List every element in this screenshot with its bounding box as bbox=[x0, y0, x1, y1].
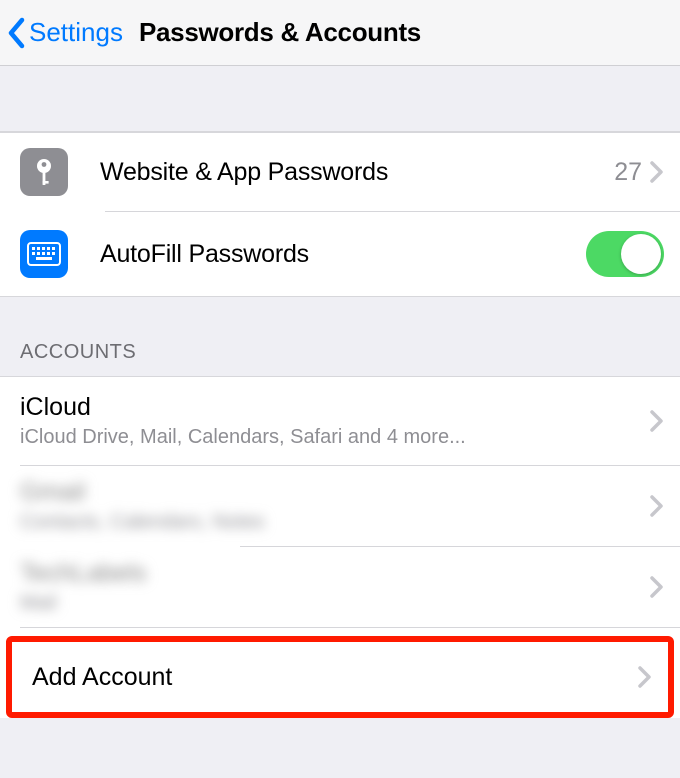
back-button[interactable]: Settings bbox=[6, 16, 123, 50]
passwords-group: Website & App Passwords 27 AutoFill Pass… bbox=[0, 132, 680, 297]
accounts-group: iCloud iCloud Drive, Mail, Calendars, Sa… bbox=[0, 376, 680, 718]
account-text-redacted: TechLabels Mail bbox=[20, 559, 650, 615]
account-row-redacted[interactable]: Gmail Contacts, Calendars, Notes bbox=[0, 466, 680, 546]
section-spacer bbox=[0, 66, 680, 132]
account-subtitle: Contacts, Calendars, Notes bbox=[20, 511, 650, 534]
account-title: TechLabels bbox=[20, 559, 650, 588]
account-subtitle: Mail bbox=[20, 592, 650, 615]
account-text-redacted: Gmail Contacts, Calendars, Notes bbox=[20, 478, 650, 534]
chevron-right-icon bbox=[650, 410, 664, 432]
chevron-right-icon bbox=[650, 161, 664, 183]
chevron-right-icon bbox=[650, 576, 664, 598]
row-label: Website & App Passwords bbox=[100, 158, 614, 187]
autofill-toggle[interactable] bbox=[586, 231, 664, 277]
icon-cell bbox=[0, 230, 100, 278]
keyboard-icon bbox=[20, 230, 68, 278]
toggle-knob bbox=[621, 234, 661, 274]
navigation-bar: Settings Passwords & Accounts bbox=[0, 0, 680, 66]
account-title: iCloud bbox=[20, 393, 650, 422]
add-account-label: Add Account bbox=[32, 663, 638, 692]
separator bbox=[20, 627, 680, 628]
add-account-row[interactable]: Add Account bbox=[12, 642, 668, 712]
account-subtitle: iCloud Drive, Mail, Calendars, Safari an… bbox=[20, 426, 650, 449]
website-app-passwords-row[interactable]: Website & App Passwords 27 bbox=[0, 133, 680, 211]
key-icon bbox=[20, 148, 68, 196]
accounts-section-header: ACCOUNTS bbox=[0, 297, 680, 376]
add-account-highlight: Add Account bbox=[6, 636, 674, 718]
chevron-right-icon bbox=[650, 495, 664, 517]
row-label: AutoFill Passwords bbox=[100, 240, 586, 269]
account-title: Gmail bbox=[20, 478, 650, 507]
account-text: iCloud iCloud Drive, Mail, Calendars, Sa… bbox=[20, 393, 650, 449]
account-row-redacted[interactable]: TechLabels Mail bbox=[0, 547, 680, 627]
autofill-passwords-row[interactable]: AutoFill Passwords bbox=[0, 212, 680, 296]
password-count: 27 bbox=[614, 158, 642, 187]
page-title: Passwords & Accounts bbox=[139, 17, 421, 48]
chevron-right-icon bbox=[638, 666, 652, 688]
back-label: Settings bbox=[29, 17, 123, 48]
chevron-left-icon bbox=[6, 16, 28, 50]
icon-cell bbox=[0, 148, 100, 196]
account-icloud-row[interactable]: iCloud iCloud Drive, Mail, Calendars, Sa… bbox=[0, 377, 680, 465]
